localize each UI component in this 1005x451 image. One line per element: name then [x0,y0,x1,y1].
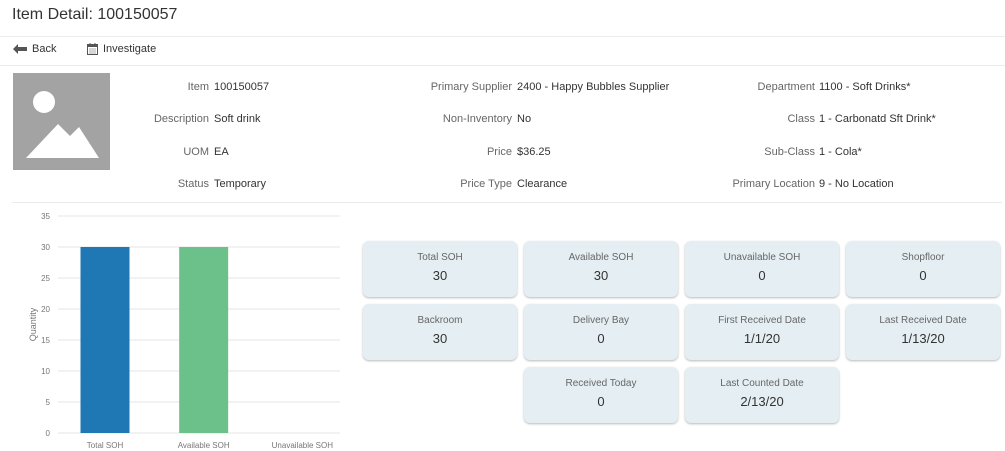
y-tick-label: 10 [41,367,50,376]
card-label: Last Counted Date [720,378,804,389]
department-label: Department [757,81,815,93]
card-unavailable-soh[interactable]: Unavailable SOH 0 [685,241,839,297]
detail-row-class: Class 1 - Carbonatd Sft Drink* [0,112,1005,126]
y-tick-label: 15 [41,336,50,345]
card-label: Last Received Date [879,315,967,326]
back-button[interactable]: Back [13,43,56,55]
toolbar: Back Investigate [0,36,1005,66]
card-value: 30 [432,331,448,346]
card-value: 1/1/20 [743,331,781,346]
sub-class-label: Sub-Class [764,146,815,158]
investigate-button[interactable]: Investigate [87,43,156,55]
class-label: Class [787,113,815,125]
class-value: 1 - Carbonatd Sft Drink* [819,113,936,125]
card-value: 1/13/20 [901,331,945,346]
calendar-icon [87,43,98,55]
primary-location-label: Primary Location [732,178,815,190]
card-value: 0 [597,394,605,409]
y-tick-label: 25 [41,274,50,283]
card-available-soh[interactable]: Available SOH 30 [524,241,678,297]
y-tick-label: 30 [41,243,50,252]
card-label: Received Today [565,378,637,389]
card-received-today[interactable]: Received Today 0 [524,367,678,423]
card-label: Shopfloor [901,252,945,263]
detail-row-sub-class: Sub-Class 1 - Cola* [0,145,1005,159]
y-tick-label: 0 [46,429,51,438]
card-label: Total SOH [417,252,463,263]
card-value: 0 [758,268,766,283]
card-value: 2/13/20 [740,394,784,409]
card-delivery-bay[interactable]: Delivery Bay 0 [524,304,678,360]
card-value: 0 [919,268,927,283]
card-total-soh[interactable]: Total SOH 30 [363,241,517,297]
card-value: 30 [593,268,609,283]
card-shopfloor[interactable]: Shopfloor 0 [846,241,1000,297]
sub-class-value: 1 - Cola* [819,146,862,158]
y-tick-label: 5 [46,398,51,407]
card-label: Unavailable SOH [723,252,801,263]
detail-row-primary-location: Primary Location 9 - No Location [0,177,1005,191]
card-label: First Received Date [718,315,806,326]
arrow-left-icon [13,44,27,54]
investigate-label: Investigate [103,43,157,55]
back-label: Back [32,43,57,55]
y-axis-label: Quantity [28,307,38,341]
x-tick-label: Total SOH [87,441,124,450]
card-label: Backroom [417,315,463,326]
card-backroom[interactable]: Backroom 30 [363,304,517,360]
detail-row-department: Department 1100 - Soft Drinks* [0,80,1005,94]
department-value: 1100 - Soft Drinks* [819,81,911,93]
card-label: Available SOH [568,252,634,263]
card-value: 30 [432,268,448,283]
soh-bar-chart: 0 5 10 15 20 25 30 35 Quantity Total SOH Available… [28,212,340,450]
y-tick-label: 20 [41,305,50,314]
card-last-counted-date[interactable]: Last Counted Date 2/13/20 [685,367,839,423]
card-first-received-date[interactable]: First Received Date 1/1/20 [685,304,839,360]
page-title: Item Detail: 100150057 [12,6,178,23]
card-last-received-date[interactable]: Last Received Date 1/13/20 [846,304,1000,360]
y-tick-label: 35 [41,212,50,221]
section-divider [12,202,1002,203]
bar-total-soh [80,247,130,433]
primary-location-value: 9 - No Location [819,178,894,190]
x-tick-label: Available SOH [178,441,230,450]
card-value: 0 [597,331,605,346]
card-label: Delivery Bay [572,315,630,326]
x-tick-label: Unavailable SOH [272,441,334,450]
bar-available-soh [179,247,229,433]
